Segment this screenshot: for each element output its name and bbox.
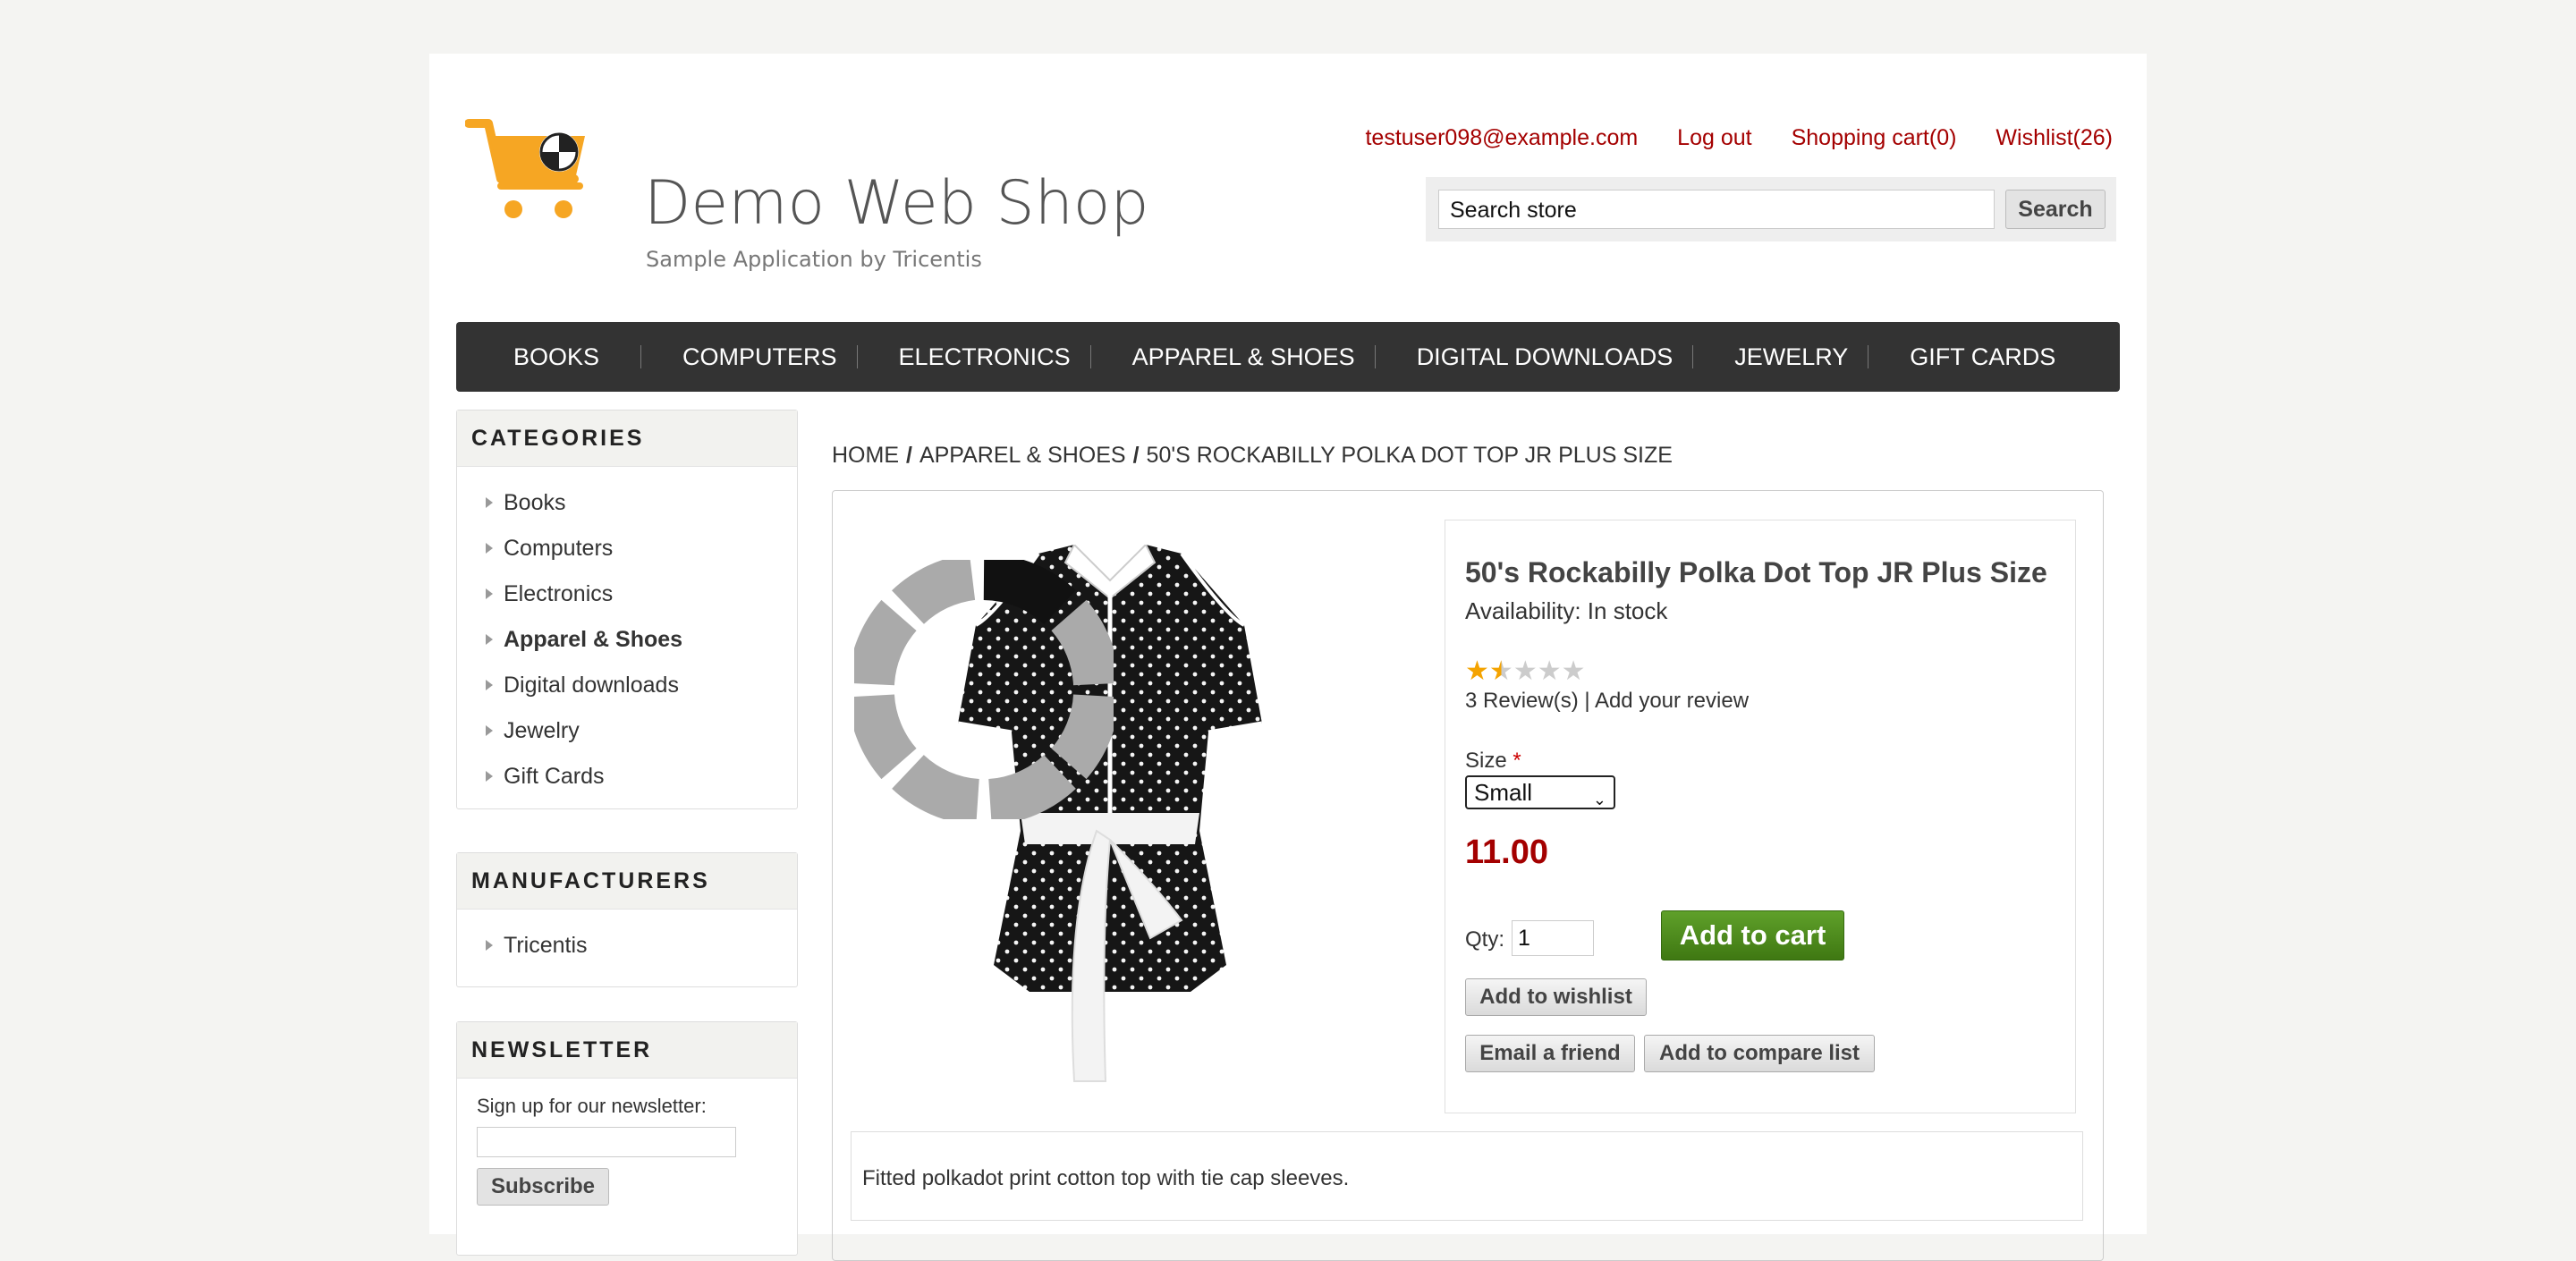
- manufacturer-label: Tricentis: [504, 933, 588, 958]
- menu-item-digital-downloads[interactable]: DIGITAL DOWNLOADS: [1417, 322, 1674, 392]
- search-button[interactable]: Search: [2005, 190, 2106, 229]
- manufacturers-title: MANUFACTURERS: [457, 853, 797, 910]
- menu-separator: [640, 345, 642, 368]
- newsletter-label: Sign up for our newsletter:: [477, 1095, 707, 1117]
- category-item-active[interactable]: Apparel & Shoes: [457, 617, 797, 663]
- arrow-right-icon: [486, 771, 493, 782]
- arrow-right-icon: [486, 680, 493, 690]
- menu-item-apparel-shoes[interactable]: APPAREL & SHOES: [1132, 322, 1355, 392]
- required-marker: *: [1506, 749, 1521, 773]
- breadcrumb-home[interactable]: HOME: [832, 443, 899, 468]
- category-item[interactable]: Digital downloads: [457, 663, 797, 708]
- categories-block: CATEGORIES Books Computers Electronics A…: [456, 410, 798, 809]
- reviews-separator: |: [1584, 689, 1595, 713]
- size-select-value: Small: [1474, 779, 1533, 806]
- arrow-right-icon: [486, 543, 493, 554]
- size-select[interactable]: Small ⌄: [1465, 775, 1615, 809]
- add-to-compare-button[interactable]: Add to compare list: [1644, 1035, 1875, 1072]
- arrow-right-icon: [486, 725, 493, 736]
- wishlist-link[interactable]: Wishlist(26): [1996, 125, 2113, 151]
- category-label: Gift Cards: [504, 764, 605, 789]
- arrow-right-icon: [486, 940, 493, 951]
- arrow-right-icon: [486, 497, 493, 508]
- add-review-link[interactable]: Add your review: [1595, 689, 1749, 713]
- menu-separator: [1692, 345, 1694, 368]
- add-to-wishlist-button[interactable]: Add to wishlist: [1465, 978, 1647, 1016]
- menu-item-computers[interactable]: COMPUTERS: [682, 322, 837, 392]
- category-item[interactable]: Books: [457, 480, 797, 526]
- categories-title: CATEGORIES: [457, 410, 797, 467]
- menu-item-gift-cards[interactable]: GIFT CARDS: [1910, 322, 2055, 392]
- menu-separator: [1089, 345, 1091, 368]
- category-label: Books: [504, 490, 566, 515]
- add-to-cart-button[interactable]: Add to cart: [1661, 910, 1844, 961]
- menu-separator: [1374, 345, 1376, 368]
- rating-stars: ★ ★ ★ ★ ★: [1465, 658, 1586, 685]
- size-label-text: Size: [1465, 749, 1507, 773]
- product-name: 50's Rockabilly Polka Dot Top JR Plus Si…: [1465, 556, 2047, 588]
- breadcrumb-separator: /: [1132, 443, 1140, 468]
- top-menu: BOOKS COMPUTERS ELECTRONICS APPAREL & SH…: [456, 322, 2120, 392]
- breadcrumb-separator: /: [906, 443, 912, 468]
- category-item[interactable]: Electronics: [457, 571, 797, 617]
- menu-item-jewelry[interactable]: JEWELRY: [1734, 322, 1848, 392]
- shopping-cart-link[interactable]: Shopping cart(0): [1792, 125, 1957, 151]
- newsletter-block: NEWSLETTER Sign up for our newsletter: S…: [456, 1021, 798, 1256]
- reviews-link[interactable]: 3 Review(s): [1465, 689, 1579, 713]
- qty-label: Qty:: [1465, 927, 1505, 952]
- search-input[interactable]: Search store: [1438, 190, 1995, 229]
- newsletter-email-input[interactable]: [477, 1127, 736, 1157]
- arrow-right-icon: [486, 634, 493, 645]
- breadcrumb-current: 50'S ROCKABILLY POLKA DOT TOP JR PLUS SI…: [1146, 443, 1673, 468]
- size-label: Size *: [1465, 749, 1521, 774]
- star-icon: ★: [1465, 656, 1489, 686]
- product-details: 50's Rockabilly Polka Dot Top JR Plus Si…: [1445, 520, 2076, 1113]
- product-price: 11.00: [1465, 834, 1548, 871]
- site-logo[interactable]: Demo Web Shop Sample Application by Tric…: [465, 116, 1149, 277]
- account-link[interactable]: testuser098@example.com: [1365, 125, 1638, 151]
- menu-item-electronics[interactable]: ELECTRONICS: [899, 322, 1071, 392]
- availability-text: Availability: In stock: [1465, 597, 1668, 624]
- menu-item-books[interactable]: BOOKS: [513, 322, 599, 392]
- category-label: Electronics: [504, 581, 614, 606]
- subscribe-button[interactable]: Subscribe: [477, 1168, 609, 1206]
- star-icon: ★: [1561, 656, 1586, 686]
- category-label: Apparel & Shoes: [504, 627, 683, 652]
- category-label: Computers: [504, 536, 614, 561]
- breadcrumb: HOME / APPAREL & SHOES/50'S ROCKABILLY POL…: [832, 443, 1673, 469]
- breadcrumb-category[interactable]: APPAREL & SHOES: [919, 443, 1126, 468]
- category-item[interactable]: Computers: [457, 526, 797, 571]
- manufacturer-item[interactable]: Tricentis: [457, 923, 797, 969]
- category-item[interactable]: Gift Cards: [457, 754, 797, 800]
- newsletter-title: NEWSLETTER: [457, 1022, 797, 1079]
- email-a-friend-button[interactable]: Email a friend: [1465, 1035, 1635, 1072]
- star-icon: ★: [1537, 656, 1562, 686]
- header-links: testuser098@example.com Log out Shopping…: [1365, 125, 2113, 151]
- category-label: Digital downloads: [504, 673, 679, 698]
- product-description: Fitted polkadot print cotton top with ti…: [851, 1131, 2083, 1221]
- arrow-right-icon: [486, 588, 493, 599]
- logo-title: Demo Web Shop: [644, 168, 1149, 239]
- star-icon: ★: [1513, 656, 1538, 686]
- description-text: Fitted polkadot print cotton top with ti…: [862, 1166, 1350, 1190]
- chevron-down-icon: ⌄: [1592, 791, 1606, 808]
- logo-subtitle: Sample Application by Tricentis: [646, 247, 982, 272]
- manufacturers-block: MANUFACTURERS Tricentis: [456, 852, 798, 987]
- qty-input[interactable]: 1: [1512, 920, 1594, 956]
- page-container: Demo Web Shop Sample Application by Tric…: [429, 54, 2147, 1261]
- category-label: Jewelry: [504, 718, 580, 743]
- cart-logo-icon: [465, 119, 585, 218]
- reviews-line: 3 Review(s) | Add your review: [1465, 689, 1749, 714]
- menu-separator: [856, 345, 858, 368]
- search-box: Search store Search: [1426, 177, 2116, 241]
- loading-spinner-icon: [854, 560, 1114, 819]
- star-half-icon: ★: [1488, 656, 1513, 686]
- logout-link[interactable]: Log out: [1677, 125, 1751, 151]
- category-item[interactable]: Jewelry: [457, 708, 797, 754]
